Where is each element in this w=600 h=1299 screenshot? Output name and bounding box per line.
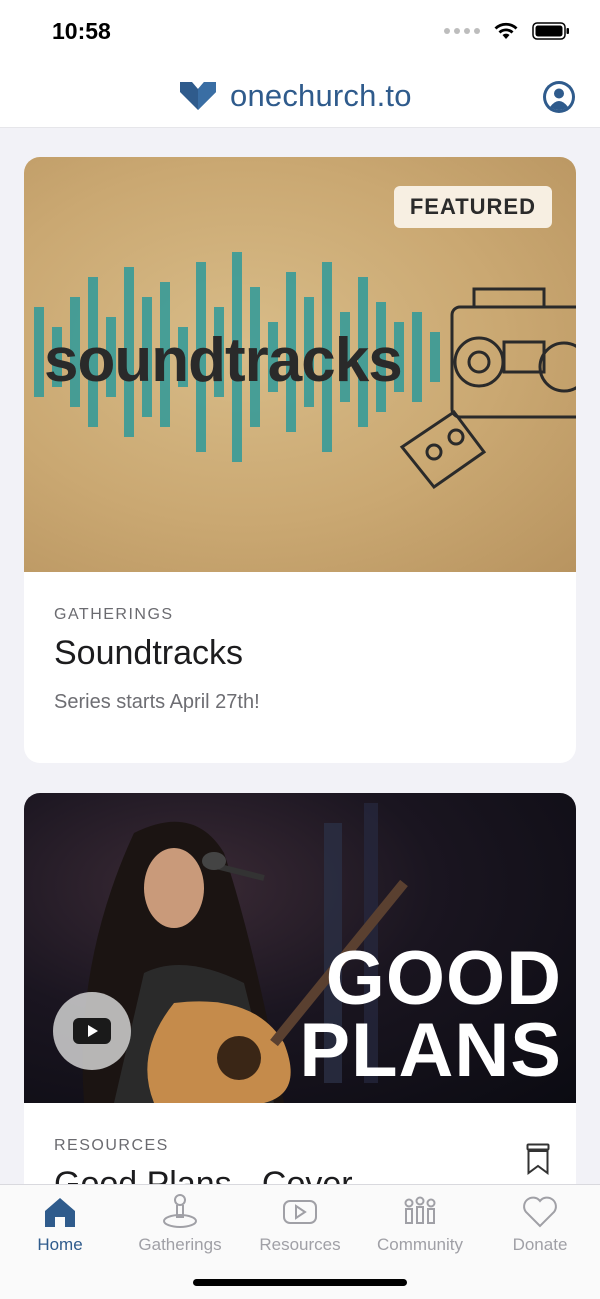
video-card-body: RESOURCES Good Plans - Cover	[24, 1103, 576, 1184]
featured-artwork: soundtracks FEATURED	[24, 157, 576, 572]
card-category: RESOURCES	[54, 1137, 169, 1154]
app-logo[interactable]: onechurch.to	[178, 78, 412, 114]
video-card[interactable]: GOOD PLANS RESOURCES Good Plans - Cover	[24, 793, 576, 1184]
boombox-graphic	[450, 287, 576, 419]
play-button[interactable]	[53, 992, 131, 1070]
video-thumbnail[interactable]: GOOD PLANS	[24, 793, 576, 1103]
user-circle-icon[interactable]	[542, 80, 576, 114]
status-time: 10:58	[52, 18, 111, 44]
wifi-icon	[494, 22, 518, 39]
art-title-line2: PLANS	[299, 1008, 562, 1094]
gatherings-icon	[163, 1194, 197, 1228]
tab-label: Gatherings	[138, 1235, 222, 1254]
home-indicator[interactable]	[193, 1279, 407, 1286]
tab-resources[interactable]: Resources	[240, 1193, 360, 1255]
card-title: Soundtracks	[54, 634, 243, 672]
card-category: GATHERINGS	[54, 606, 174, 623]
featured-card-body: GATHERINGS Soundtracks Series starts Apr…	[24, 572, 576, 714]
play-icon	[73, 1018, 111, 1044]
heart-icon	[523, 1196, 557, 1228]
featured-card[interactable]: soundtracks FEATURED GATHERINGS Soundtra…	[24, 157, 576, 763]
battery-icon	[532, 22, 569, 40]
tab-home[interactable]: Home	[0, 1193, 120, 1255]
heart-logo-icon	[180, 82, 216, 110]
people-icon	[404, 1196, 436, 1224]
tab-community[interactable]: Community	[360, 1193, 480, 1255]
status-bar: 10:58	[0, 0, 600, 66]
tab-label: Donate	[512, 1235, 568, 1254]
signal-icon	[444, 28, 480, 34]
tab-gatherings[interactable]: Gatherings	[120, 1193, 240, 1255]
video-play-icon	[283, 1200, 317, 1224]
tab-donate[interactable]: Donate	[480, 1193, 600, 1255]
tab-label: Home	[37, 1235, 83, 1254]
featured-badge: FEATURED	[393, 186, 552, 228]
cassette-graphic	[399, 409, 487, 490]
art-wordmark: soundtracks	[44, 326, 403, 395]
logo-text: onechurch.to	[230, 78, 412, 113]
tab-label: Community	[377, 1235, 463, 1254]
card-title: Good Plans - Cover	[54, 1165, 353, 1184]
tab-label: Resources	[259, 1235, 341, 1254]
card-subtitle: Series starts April 27th!	[54, 691, 260, 713]
video-art-title: GOOD PLANS	[299, 936, 562, 1094]
art-title-line1: GOOD	[325, 936, 562, 1021]
status-icons	[444, 22, 570, 40]
home-feed[interactable]: soundtracks FEATURED GATHERINGS Soundtra…	[0, 128, 600, 1184]
home-icon	[45, 1198, 75, 1227]
app-header: onechurch.to	[0, 66, 600, 128]
bookmark-icon[interactable]	[526, 1143, 550, 1175]
